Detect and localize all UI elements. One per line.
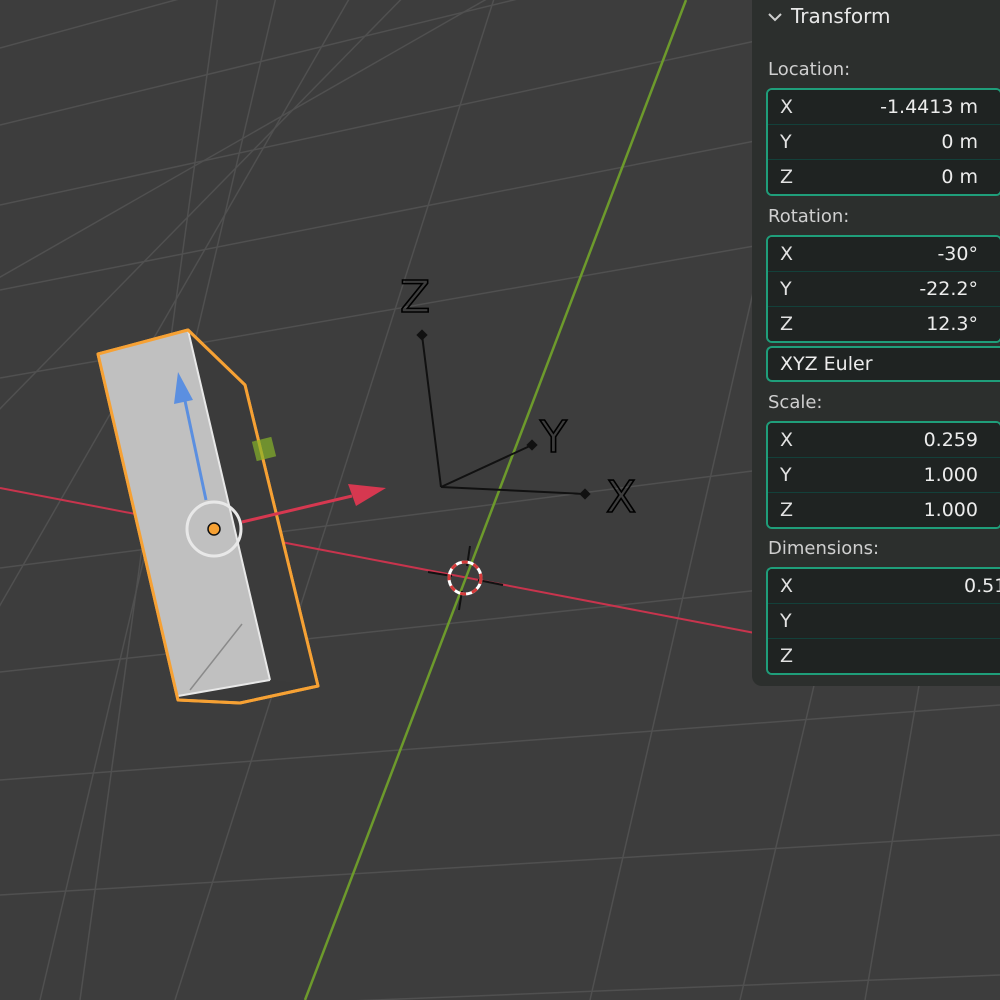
panel-title: Transform (791, 4, 891, 28)
field-value: -30° (937, 243, 978, 265)
field-axis-label: X (780, 96, 794, 118)
rotation-x-field[interactable]: X -30° (768, 237, 1000, 272)
location-x-field[interactable]: X -1.4413 m (768, 90, 1000, 125)
field-axis-label: Y (780, 278, 792, 300)
dimensions-fields: X 0.51 Y Z (766, 567, 1000, 675)
field-value: 0 m (941, 131, 978, 153)
location-y-field[interactable]: Y 0 m (768, 125, 1000, 160)
field-value: 1.000 (923, 499, 978, 521)
field-axis-label: X (780, 429, 794, 451)
dimensions-x-field[interactable]: X 0.51 (768, 569, 1000, 604)
scale-x-field[interactable]: X 0.259 (768, 423, 1000, 458)
field-value: 12.3° (926, 313, 978, 335)
field-axis-label: X (780, 575, 794, 597)
dimensions-label: Dimensions: (768, 538, 880, 559)
rotation-y-field[interactable]: Y -22.2° (768, 272, 1000, 307)
gizmo-z-label: Z (400, 272, 430, 323)
rotation-z-field[interactable]: Z 12.3° (768, 307, 1000, 341)
field-axis-label: Y (780, 131, 792, 153)
field-axis-label: Y (780, 610, 792, 632)
field-axis-label: Z (780, 313, 794, 335)
transform-panel: Transform Location: X -1.4413 m Y 0 m Z … (752, 0, 1000, 686)
rotation-fields: X -30° Y -22.2° Z 12.3° (766, 235, 1000, 343)
chevron-down-icon[interactable] (766, 8, 784, 26)
rotation-label: Rotation: (768, 206, 850, 227)
gizmo-x-label: X (606, 472, 636, 523)
field-axis-label: Z (780, 499, 794, 521)
gizmo-y-label: Y (539, 412, 567, 463)
rotation-mode-dropdown[interactable]: XYZ Euler (766, 346, 1000, 382)
field-value: 0.259 (923, 429, 978, 451)
scale-y-field[interactable]: Y 1.000 (768, 458, 1000, 493)
scale-fields: X 0.259 Y 1.000 Z 1.000 (766, 421, 1000, 529)
field-value: -1.4413 m (880, 96, 978, 118)
field-axis-label: Z (780, 166, 794, 188)
dimensions-z-field[interactable]: Z (768, 639, 1000, 673)
location-z-field[interactable]: Z 0 m (768, 160, 1000, 194)
x-axis-line (0, 487, 761, 635)
dimensions-y-field[interactable]: Y (768, 604, 1000, 639)
scale-z-field[interactable]: Z 1.000 (768, 493, 1000, 527)
field-value: 0 m (941, 166, 978, 188)
field-axis-label: X (780, 243, 794, 265)
rotation-mode-value: XYZ Euler (780, 353, 873, 375)
scale-label: Scale: (768, 392, 823, 413)
location-fields: X -1.4413 m Y 0 m Z 0 m (766, 88, 1000, 196)
field-value: 0.51 (964, 575, 1000, 597)
field-value: -22.2° (919, 278, 978, 300)
field-axis-label: Y (780, 464, 792, 486)
field-value: 1.000 (923, 464, 978, 486)
field-axis-label: Z (780, 645, 794, 667)
selected-object[interactable] (96, 328, 320, 705)
transform-panel-header[interactable]: Transform (752, 0, 1000, 34)
location-label: Location: (768, 59, 851, 80)
